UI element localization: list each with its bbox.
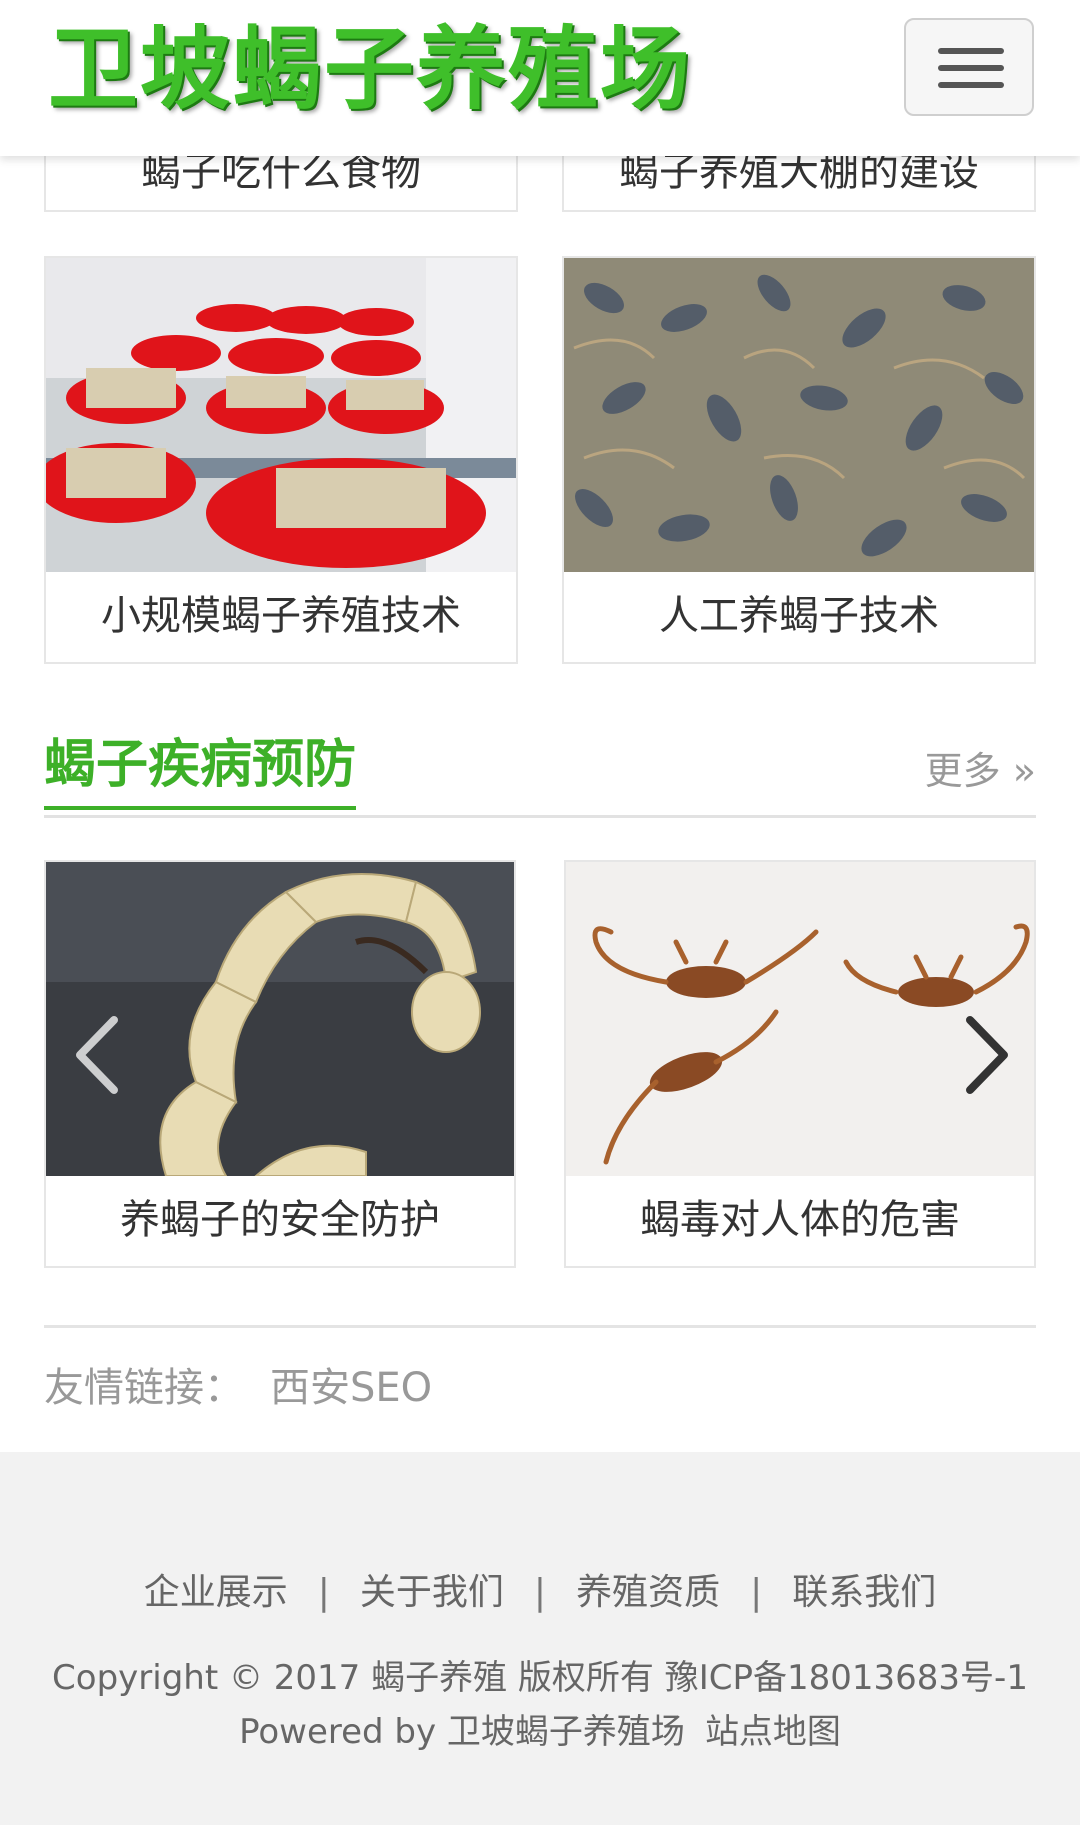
article-title[interactable]: 人工养蝎子技术	[564, 570, 1034, 662]
more-link[interactable]: 更多 »	[925, 746, 1036, 796]
footer-nav: 企业展示 | 关于我们 | 养殖资质 | 联系我们	[0, 1568, 1080, 1618]
copyright-text: Copyright © 2017 蝎子养殖 版权所有 豫ICP备18013683…	[52, 1658, 1028, 1698]
footer-link-contact[interactable]: 联系我们	[792, 1572, 936, 1613]
sitemap-link[interactable]: 站点地图	[705, 1712, 841, 1752]
friend-link[interactable]: 西安SEO	[270, 1365, 432, 1411]
footer-link-qualification[interactable]: 养殖资质	[576, 1572, 720, 1613]
footer-link-showcase[interactable]: 企业展示	[144, 1572, 288, 1613]
site-header: 卫坡蝎子养殖场	[0, 0, 1080, 156]
friend-links: 友情链接： 西安SEO	[44, 1360, 432, 1416]
hamburger-icon-bar	[938, 65, 1004, 71]
article-title[interactable]: 养蝎子的安全防护	[46, 1174, 514, 1266]
footer-link-about[interactable]: 关于我们	[360, 1572, 504, 1613]
separator: |	[533, 1572, 547, 1613]
article-title[interactable]: 蝎毒对人体的危害	[566, 1174, 1034, 1266]
separator: |	[750, 1572, 763, 1613]
powered-by-line: Powered by 卫坡蝎子养殖场 站点地图	[0, 1706, 1080, 1758]
powered-by-text: Powered by 卫坡蝎子养殖场	[239, 1712, 685, 1752]
article-image-scorpion-pile[interactable]	[564, 258, 1034, 572]
chevron-right-icon	[966, 1016, 1008, 1094]
section-title: 蝎子疾病预防	[44, 734, 357, 810]
hamburger-icon	[938, 48, 1004, 54]
friend-links-label: 友情链接：	[44, 1365, 244, 1411]
menu-toggle-button[interactable]	[904, 18, 1034, 116]
site-footer: 企业展示 | 关于我们 | 养殖资质 | 联系我们 Copyright © 2017 蝎子养…	[0, 1452, 1080, 1825]
divider	[44, 1325, 1036, 1328]
article-title[interactable]: 小规模蝎子养殖技术	[46, 570, 516, 662]
section-header: 蝎子疾病预防 更多 »	[44, 728, 1036, 818]
article-card-artificial[interactable]: 人工养蝎子技术	[562, 256, 1036, 664]
carousel-next-button[interactable]	[950, 1010, 1020, 1100]
carousel-prev-button[interactable]	[64, 1010, 134, 1100]
chevron-left-icon	[76, 1016, 118, 1094]
hamburger-icon-bar	[938, 82, 1004, 88]
site-logo[interactable]: 卫坡蝎子养殖场	[48, 14, 690, 124]
article-image-red-basins[interactable]	[46, 258, 516, 572]
article-card-small-scale[interactable]: 小规模蝎子养殖技术	[44, 256, 518, 664]
separator: |	[317, 1572, 330, 1613]
